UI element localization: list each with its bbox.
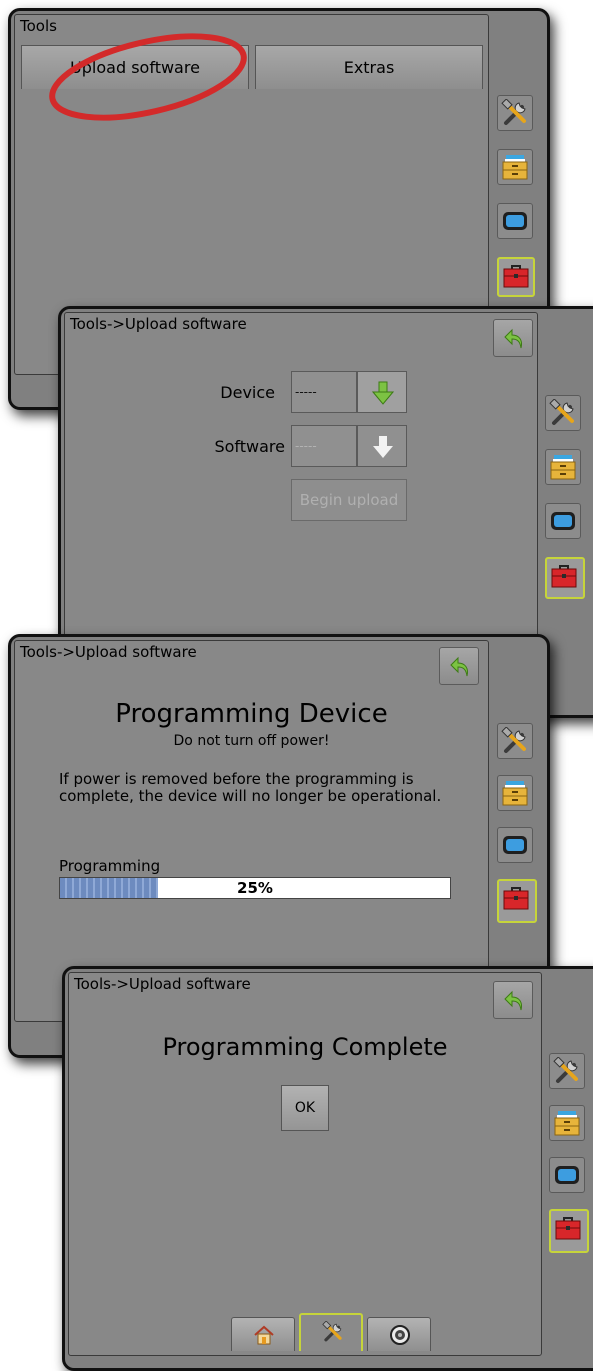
tools-icon — [549, 399, 577, 427]
sidebar-toolbox-button[interactable] — [549, 1209, 589, 1253]
sidebar-toolbox-button[interactable] — [497, 879, 537, 923]
ok-button[interactable]: OK — [281, 1085, 329, 1131]
complete-content: Tools->Upload software Programming Compl… — [68, 972, 542, 1356]
data-drawer-icon — [553, 1109, 581, 1137]
tools-icon — [553, 1057, 581, 1085]
page-title: Tools->Upload software — [70, 315, 247, 333]
back-arrow-icon — [448, 655, 472, 679]
sidebar-toolbox-button[interactable] — [497, 257, 535, 297]
programming-heading: Programming Device — [115, 699, 388, 729]
power-removal-warning: If power is removed before the programmi… — [59, 770, 442, 805]
sidebar-data-button[interactable] — [545, 449, 581, 485]
page-title: Tools->Upload software — [74, 975, 251, 993]
page-title: Tools->Upload software — [20, 643, 197, 661]
progress-percent: 25% — [237, 879, 273, 897]
tab-extras[interactable]: Extras — [255, 45, 483, 89]
toolbox-icon — [550, 562, 578, 590]
device-value[interactable]: ----- — [291, 371, 357, 413]
back-button[interactable] — [493, 981, 533, 1019]
display-icon — [501, 207, 529, 235]
tools-icon — [501, 99, 529, 127]
progress-label: Programming — [59, 857, 161, 875]
data-drawer-icon — [501, 779, 529, 807]
device-label: Device — [220, 383, 275, 402]
display-icon — [501, 831, 529, 859]
data-drawer-icon — [549, 453, 577, 481]
back-button[interactable] — [439, 647, 479, 685]
sidebar-display-button[interactable] — [497, 203, 533, 239]
bottom-tab-gauge[interactable] — [367, 1317, 431, 1351]
sidebar-tools-button[interactable] — [549, 1053, 585, 1089]
toolbox-icon — [554, 1214, 582, 1242]
complete-heading: Programming Complete — [162, 1033, 448, 1061]
sidebar-data-button[interactable] — [549, 1105, 585, 1141]
sidebar-display-button[interactable] — [549, 1157, 585, 1193]
programming-complete-panel: Tools->Upload software Programming Compl… — [62, 966, 593, 1371]
power-warning-subheading: Do not turn off power! — [173, 733, 330, 749]
toolbox-icon — [502, 884, 530, 912]
sidebar-display-button[interactable] — [545, 503, 581, 539]
sidebar-data-button[interactable] — [497, 775, 533, 811]
data-drawer-icon — [501, 153, 529, 181]
software-label: Software — [214, 437, 285, 456]
gauge-icon — [389, 1324, 411, 1346]
sidebar-toolbox-button[interactable] — [545, 557, 585, 599]
progress-bar: 25% — [59, 877, 451, 899]
highlight-ellipse — [49, 33, 247, 121]
back-button[interactable] — [493, 319, 533, 357]
sidebar-tools-button[interactable] — [497, 95, 533, 131]
sidebar-display-button[interactable] — [497, 827, 533, 863]
display-icon — [553, 1161, 581, 1189]
bottom-tab-home[interactable] — [231, 1317, 295, 1351]
software-select-button — [357, 425, 407, 467]
tools-icon — [322, 1321, 344, 1343]
tools-icon — [501, 727, 529, 755]
device-select-button[interactable] — [357, 371, 407, 413]
back-arrow-icon — [502, 989, 526, 1013]
software-value: ----- — [291, 425, 357, 467]
sidebar-tools-button[interactable] — [497, 723, 533, 759]
home-icon — [253, 1324, 275, 1346]
begin-upload-button: Begin upload — [291, 479, 407, 521]
back-arrow-icon — [502, 327, 526, 351]
bottom-tab-tools[interactable] — [299, 1313, 363, 1351]
sidebar-tools-button[interactable] — [545, 395, 581, 431]
toolbox-icon — [502, 262, 530, 290]
down-arrow-icon — [372, 381, 394, 405]
programming-content: Tools->Upload software Programming Devic… — [14, 640, 489, 1022]
sidebar-data-button[interactable] — [497, 149, 533, 185]
down-arrow-icon — [372, 435, 394, 459]
display-icon — [549, 507, 577, 535]
